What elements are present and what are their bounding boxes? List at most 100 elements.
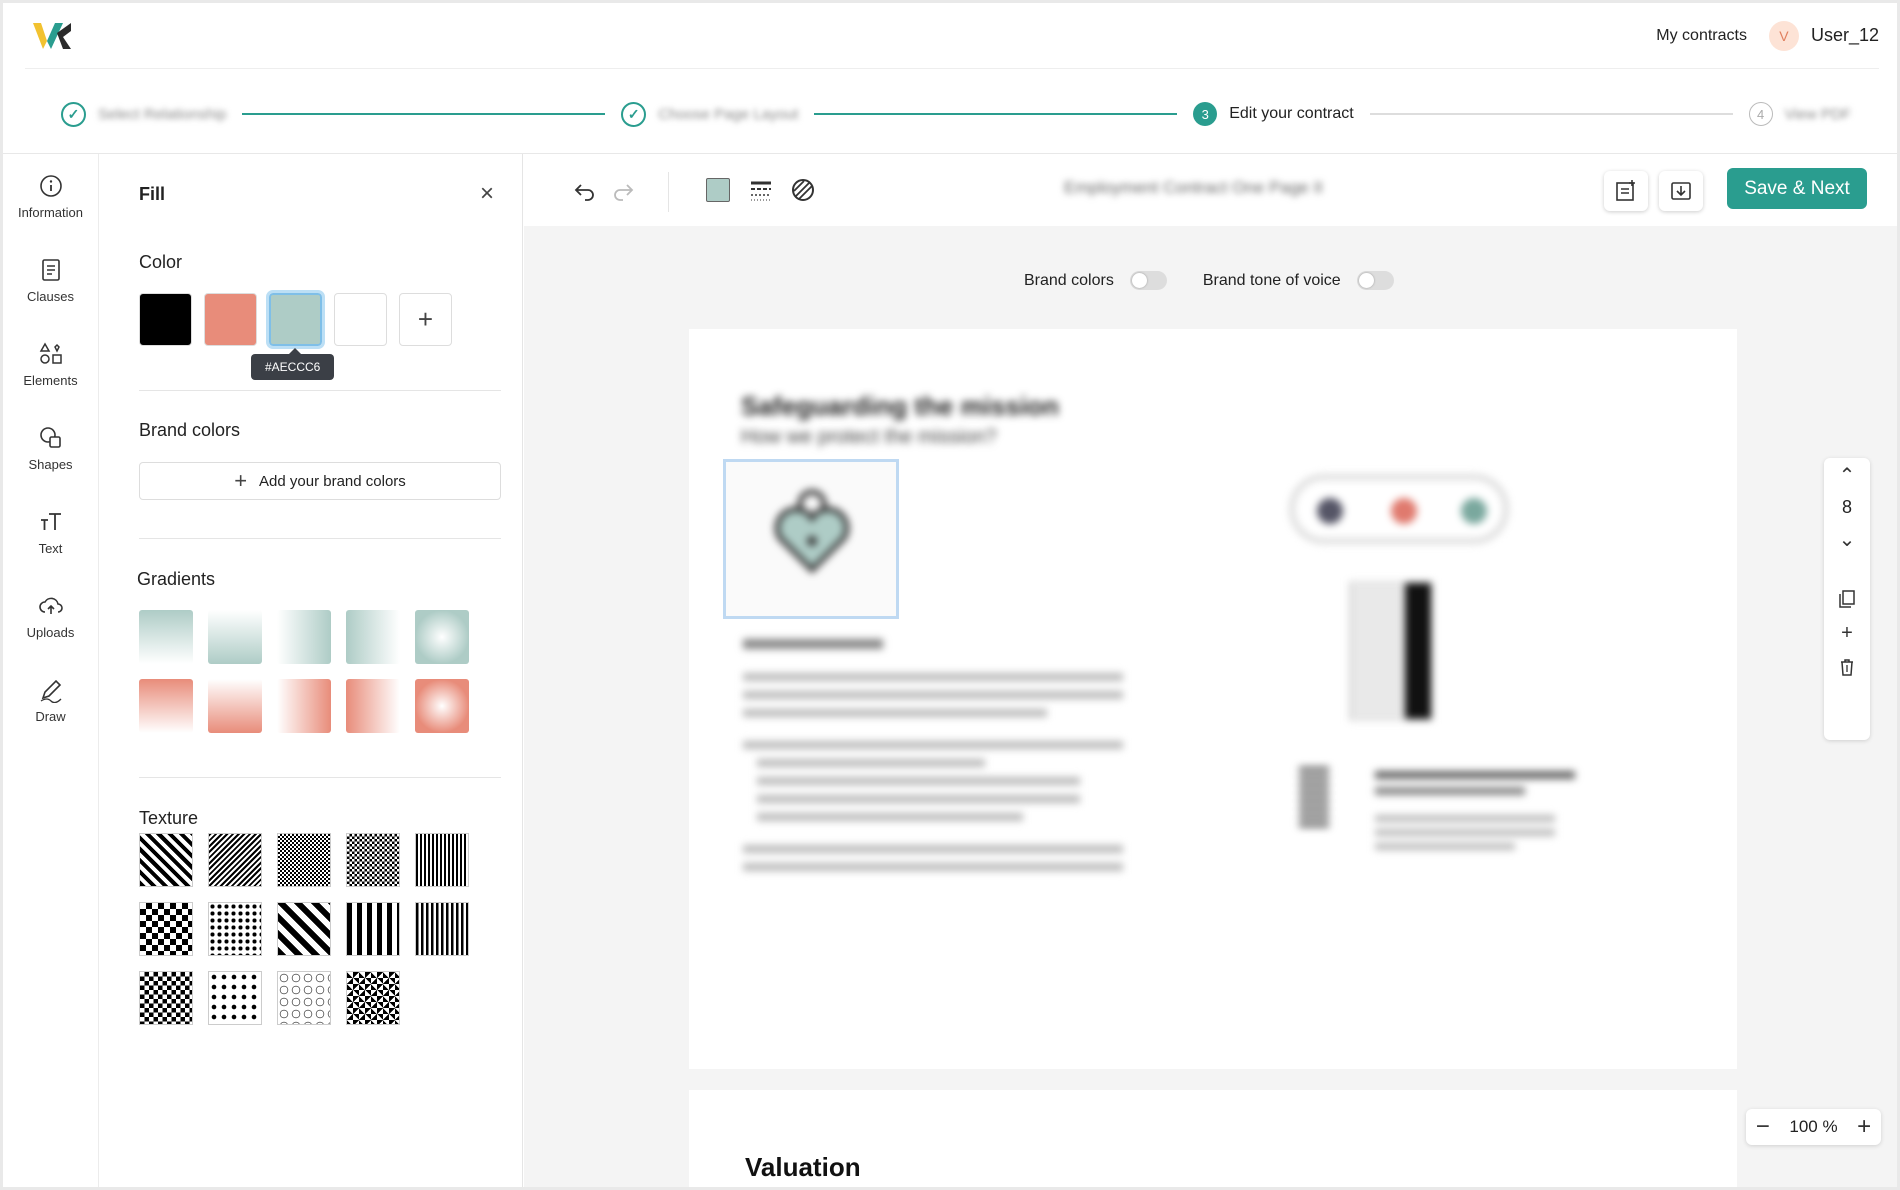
user-menu[interactable]: V User_12 [1768,20,1879,51]
gradients-title: Gradients [137,569,216,589]
step-connector [814,113,1178,115]
color-title: Color [139,252,183,272]
step-number: 3 [1193,102,1218,126]
texture-swatch[interactable] [208,833,262,887]
texture-swatch[interactable] [208,902,262,956]
top-bar: My contracts V User_12 [25,3,1879,69]
rail-item-draw[interactable]: Draw [3,658,98,742]
step-connector [242,113,606,115]
gradient-swatch[interactable] [277,610,331,664]
chevron-up-icon[interactable]: ⌃ [1839,458,1856,492]
close-icon[interactable]: × [476,182,498,206]
rail-item-uploads[interactable]: Uploads [3,574,98,658]
gradient-swatch[interactable] [277,679,331,733]
divider [139,538,501,539]
notes-button[interactable] [1604,171,1648,211]
step-4[interactable]: 4 View PDF [1748,102,1851,126]
texture-swatch[interactable] [415,902,469,956]
text-icon [40,512,61,530]
zoom-level: 100 % [1789,1117,1838,1136]
zoom-out-icon[interactable]: − [1756,1113,1770,1141]
my-contracts-link[interactable]: My contracts [1656,27,1747,45]
texture-swatch[interactable] [277,833,331,887]
selected-image-frame[interactable] [723,459,899,619]
texture-swatch[interactable] [346,971,400,1025]
left-rail: Information Clauses Elements Shapes Text… [3,154,99,1187]
swatch-white[interactable] [334,293,387,346]
fill-panel: Fill × Color + #AECCC6 Brand colors + Ad… [100,154,523,1187]
rail-label: Uploads [26,624,75,640]
gradient-swatch[interactable] [139,610,193,664]
texture-swatch[interactable] [208,971,262,1025]
gradient-swatch[interactable] [208,610,262,664]
contract-page-2[interactable]: Valuation [689,1090,1737,1187]
plus-icon: + [234,468,248,493]
fill-color-button[interactable] [706,178,730,202]
divider [139,390,501,391]
document-title[interactable]: Employment Contract One Page II [1064,178,1323,198]
delete-page-icon[interactable] [1837,650,1857,684]
texture-swatch[interactable] [139,971,193,1025]
check-icon: ✓ [61,101,86,127]
step-3[interactable]: 3 Edit your contract [1193,102,1354,126]
app-window: My contracts V User_12 ✓ Select Relation… [0,0,1900,1190]
swatch-mint[interactable] [266,290,325,349]
texture-swatch[interactable] [415,833,469,887]
texture-icon[interactable] [790,177,816,203]
pen-icon [40,679,61,703]
step-label: Choose Page Layout [658,105,799,123]
color-tooltip: #AECCC6 [251,348,335,380]
line-style-icon[interactable] [748,177,774,203]
app-logo[interactable] [31,19,75,53]
save-next-button[interactable]: Save & Next [1727,168,1867,209]
rail-label: Information [17,204,84,220]
rail-item-shapes[interactable]: Shapes [3,406,98,490]
texture-grid [139,833,469,1025]
add-page-icon[interactable]: + [1841,616,1853,650]
gradient-swatch[interactable] [415,679,469,733]
brand-colors-label: Brand colors [1024,271,1114,289]
swatch-black[interactable] [139,293,192,346]
zoom-in-icon[interactable]: + [1857,1113,1871,1141]
notes-icon [1616,180,1635,201]
gradient-swatch[interactable] [208,679,262,733]
download-button[interactable] [1659,171,1703,211]
page-heading: Safeguarding the mission [741,391,1059,421]
swatch-coral[interactable] [204,293,257,346]
gradient-swatch[interactable] [346,679,400,733]
texture-swatch[interactable] [277,902,331,956]
editor-canvas: Brand colors Brand tone of voice Safegua… [524,226,1897,1187]
rail-item-elements[interactable]: Elements [3,322,98,406]
brand-tone-toggle[interactable] [1356,271,1394,290]
download-icon [1671,182,1691,200]
gradient-swatch[interactable] [346,610,400,664]
contract-page[interactable]: Safeguarding the mission How we protect … [689,329,1737,1069]
redo-icon[interactable] [610,177,636,203]
page-subheading: How we protect the mission? [741,426,997,448]
step-label: Select Relationship [98,105,227,123]
rail-item-text[interactable]: Text [3,490,98,574]
step-1[interactable]: ✓ Select Relationship [61,101,227,127]
texture-swatch[interactable] [346,833,400,887]
texture-swatch[interactable] [277,971,331,1025]
rail-item-clauses[interactable]: Clauses [3,238,98,322]
gradient-swatch[interactable] [415,610,469,664]
rail-item-information[interactable]: Information [3,154,98,238]
duplicate-page-icon[interactable] [1837,582,1857,616]
zoom-control: − 100 % + [1746,1109,1881,1145]
texture-swatch[interactable] [346,902,400,956]
brand-colors-toggle[interactable] [1129,271,1167,290]
step-2[interactable]: ✓ Choose Page Layout [621,101,799,127]
texture-swatch[interactable] [139,902,193,956]
heart-lock-image [774,489,850,574]
texture-swatch[interactable] [139,833,193,887]
page2-heading: Valuation [745,1152,861,1182]
add-brand-colors-button[interactable]: + Add your brand colors [139,462,501,500]
rail-label: Text [38,540,63,556]
add-color-button[interactable]: + [399,293,452,346]
chevron-down-icon[interactable]: ⌄ [1839,522,1856,556]
avatar: V [1768,20,1799,51]
step-number: 4 [1748,102,1773,126]
gradient-swatch[interactable] [139,679,193,733]
undo-icon[interactable] [572,177,598,203]
